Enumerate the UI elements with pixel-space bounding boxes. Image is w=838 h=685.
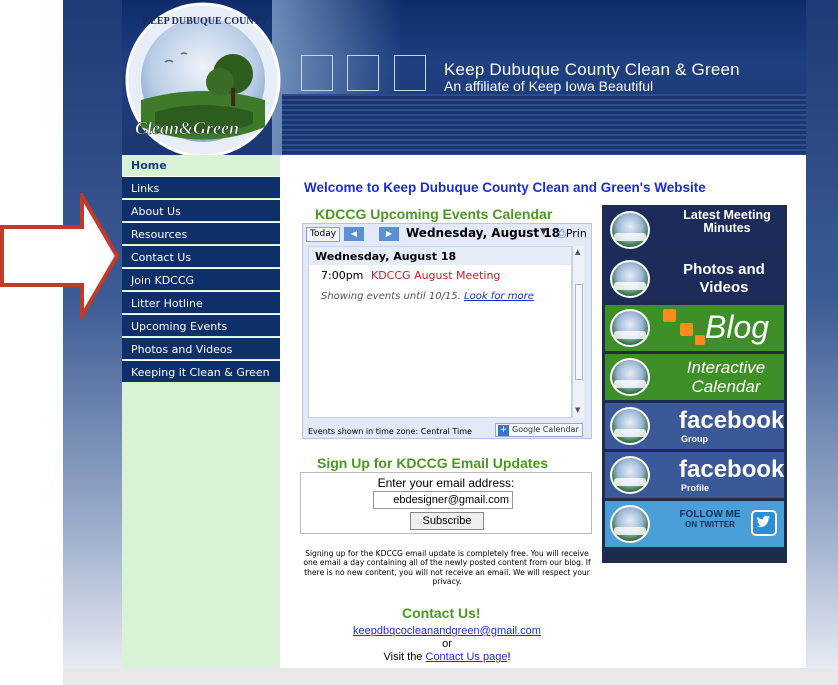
rss-icon <box>680 323 693 336</box>
calendar-dropdown-icon[interactable]: ▼ <box>540 227 547 237</box>
kdccg-badge-icon <box>610 309 650 347</box>
nav-item-litter-hotline[interactable]: Litter Hotline <box>122 291 280 313</box>
kdccg-badge-icon <box>610 260 650 298</box>
twitter-bird-icon <box>751 510 777 536</box>
scroll-up-icon[interactable]: ▲ <box>575 248 580 256</box>
calendar-scrollbar[interactable]: ▲ ▼ <box>572 246 584 418</box>
kdccg-badge-icon <box>610 505 650 543</box>
nav-item-keeping-clean[interactable]: Keeping it Clean & Green <box>122 360 280 382</box>
promo-twitter[interactable]: FOLLOW ME ON TWITTER <box>605 501 784 547</box>
promo-meeting-minutes[interactable]: Latest Meeting Minutes <box>605 207 784 253</box>
twitter-sub-label: ON TWITTER <box>685 520 735 529</box>
scrollbar-thumb[interactable] <box>575 284 583 380</box>
google-calendar-label: Google Calendar <box>512 425 579 434</box>
nav-item-photos-videos[interactable]: Photos and Videos <box>122 337 280 359</box>
rss-icon <box>663 309 676 322</box>
header-box-2 <box>347 55 379 91</box>
kdccg-badge-icon <box>610 456 650 494</box>
header-stripes <box>282 94 806 155</box>
calendar-showing-text: Showing events until 10/15. Look for mor… <box>321 291 534 302</box>
contact-heading: Contact Us! <box>402 605 481 621</box>
site-subtitle: An affiliate of Keep Iowa Beautiful <box>444 78 654 94</box>
facebook-logo-text: facebook <box>679 456 784 483</box>
signup-privacy-note: Signing up for the KDCCG email update is… <box>303 549 591 586</box>
promo-facebook-group[interactable]: facebook Group <box>605 403 784 449</box>
facebook-profile-sub: Profile <box>681 483 710 493</box>
printer-icon: ⎙ <box>557 227 566 240</box>
logo-script-text: Clean&Green <box>135 118 239 138</box>
calendar-print-label: Prin <box>565 227 587 240</box>
site-logo[interactable]: KEEP DUBUQUE COUNTY Clean&Green <box>125 2 285 157</box>
rss-icon <box>695 335 705 345</box>
nav-item-resources[interactable]: Resources <box>122 222 280 244</box>
promo-photos-videos[interactable]: Photos and Videos <box>605 256 784 302</box>
red-arrow-icon <box>0 193 120 320</box>
visit-prefix: Visit the <box>383 651 426 663</box>
calendar-next-icon[interactable]: ▶ <box>379 227 399 241</box>
contact-page-link[interactable]: Contact Us page <box>426 651 508 663</box>
promo-blog-label: Blog <box>705 309 770 345</box>
sidebar: Home Links About Us Resources Contact Us… <box>122 155 280 668</box>
nav-item-links[interactable]: Links <box>122 176 280 198</box>
nav-item-join-kdccg[interactable]: Join KDCCG <box>122 268 280 290</box>
calendar-day-header: Wednesday, August 18 <box>309 247 571 265</box>
logo-top-text: KEEP DUBUQUE COUNTY <box>142 16 268 27</box>
site-title: Keep Dubuque County Clean & Green <box>444 60 740 79</box>
promo-blog[interactable]: Blog <box>605 305 784 351</box>
facebook-logo-text: facebook <box>679 407 784 434</box>
calendar-toolbar: Today ◀ ▶ Wednesday, August 18 ▼ ⎙Prin <box>303 224 591 246</box>
plus-icon: + <box>498 425 509 436</box>
header-box-1 <box>301 55 333 91</box>
promo-column: Latest Meeting Minutes Photos and Videos… <box>602 205 787 563</box>
twitter-follow-label: FOLLOW ME <box>679 509 741 520</box>
google-calendar-button[interactable]: + Google Calendar <box>495 423 583 437</box>
email-signup-form: Enter your email address: Subscribe <box>300 472 592 534</box>
promo-facebook-profile[interactable]: facebook Profile <box>605 452 784 498</box>
visit-suffix: ! <box>507 651 511 663</box>
nav-item-about-us[interactable]: About Us <box>122 199 280 221</box>
calendar-agenda-list: Wednesday, August 18 7:00pm KDCCG August… <box>308 246 572 418</box>
kdccg-badge-icon <box>610 358 650 396</box>
header-box-3 <box>394 55 426 91</box>
nav-item-contact-us[interactable]: Contact Us <box>122 245 280 267</box>
subscribe-button[interactable]: Subscribe <box>410 512 484 530</box>
contact-email-link[interactable]: keepdbqcocleanandgreen@gmail.com <box>300 625 594 637</box>
calendar-today-button[interactable]: Today <box>306 227 341 242</box>
signup-heading: Sign Up for KDCCG Email Updates <box>317 455 549 471</box>
nav-item-home[interactable]: Home <box>122 155 280 176</box>
events-calendar-widget: Today ◀ ▶ Wednesday, August 18 ▼ ⎙Prin W… <box>302 223 592 439</box>
promo-photos-videos-label: Photos and Videos <box>683 261 765 296</box>
facebook-group-sub: Group <box>681 434 708 444</box>
kdccg-badge-icon <box>610 407 650 445</box>
contact-or-text: or <box>442 638 452 650</box>
scroll-down-icon[interactable]: ▼ <box>575 406 580 414</box>
signup-prompt: Enter your email address: <box>377 476 515 490</box>
calendar-showing-label: Showing events until 10/15. <box>321 291 461 302</box>
promo-interactive-calendar[interactable]: Interactive Calendar <box>605 354 784 400</box>
calendar-prev-icon[interactable]: ◀ <box>344 227 364 241</box>
promo-meeting-minutes-label: Latest Meeting Minutes <box>683 208 771 235</box>
calendar-event-time: 7:00pm <box>321 269 364 282</box>
page-bottom-bar <box>63 668 838 685</box>
calendar-look-more-link[interactable]: Look for more <box>464 291 534 302</box>
email-field[interactable] <box>373 491 513 509</box>
calendar-timezone-text: Events shown in time zone: Central Time <box>308 427 472 436</box>
kdccg-badge-icon <box>610 211 650 249</box>
welcome-heading: Welcome to Keep Dubuque County Clean and… <box>304 180 706 195</box>
calendar-event-link[interactable]: KDCCG August Meeting <box>371 269 500 282</box>
calendar-current-date: Wednesday, August 18 <box>406 226 561 240</box>
nav-item-upcoming-events[interactable]: Upcoming Events <box>122 314 280 336</box>
calendar-heading: KDCCG Upcoming Events Calendar <box>315 206 553 222</box>
contact-visit-text: Visit the Contact Us page! <box>300 651 594 663</box>
calendar-print-button[interactable]: ⎙Prin <box>557 227 587 241</box>
promo-calendar-label: Interactive Calendar <box>686 358 766 396</box>
